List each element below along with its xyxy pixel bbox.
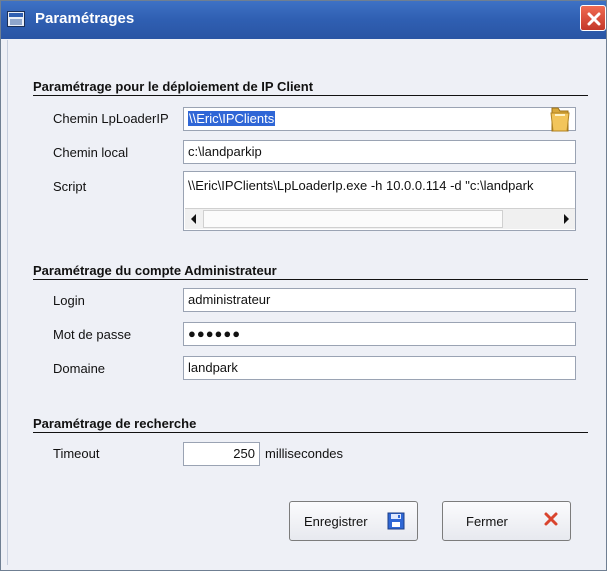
login-input[interactable]: administrateur bbox=[183, 288, 576, 312]
lploader-path-input[interactable]: \\Eric\IPClients bbox=[183, 107, 576, 131]
timeout-unit-label: millisecondes bbox=[265, 446, 344, 461]
scroll-left-icon[interactable] bbox=[186, 210, 202, 228]
app-icon bbox=[7, 11, 25, 27]
timeout-label: Timeout bbox=[53, 446, 100, 461]
password-label: Mot de passe bbox=[53, 327, 132, 342]
horizontal-scrollbar[interactable] bbox=[185, 208, 575, 229]
close-button[interactable]: Fermer bbox=[442, 501, 571, 541]
title-bar[interactable]: Paramétrages bbox=[1, 1, 606, 39]
admin-section-heading: Paramétrage du compte Administrateur bbox=[33, 263, 588, 280]
script-label: Script bbox=[53, 179, 87, 194]
login-label: Login bbox=[53, 293, 85, 308]
domain-label: Domaine bbox=[53, 361, 106, 376]
folder-icon[interactable] bbox=[548, 103, 572, 133]
deployment-section-heading: Paramétrage pour le déploiement de IP Cl… bbox=[33, 79, 588, 96]
window-close-button[interactable] bbox=[580, 5, 606, 31]
script-textarea[interactable]: \\Eric\IPClients\LpLoaderIp.exe -h 10.0.… bbox=[183, 171, 576, 231]
timeout-input[interactable]: 250 bbox=[183, 442, 260, 466]
settings-window: Paramétrages Paramétrage pour le déploie… bbox=[0, 0, 607, 571]
script-value: \\Eric\IPClients\LpLoaderIp.exe -h 10.0.… bbox=[188, 178, 534, 193]
local-path-label: Chemin local bbox=[53, 145, 129, 160]
close-x-icon bbox=[543, 511, 559, 530]
save-button[interactable]: Enregistrer bbox=[289, 501, 418, 541]
dialog-content: Paramétrage pour le déploiement de IP Cl… bbox=[7, 40, 600, 565]
search-section-heading: Paramétrage de recherche bbox=[33, 416, 588, 433]
lploader-path-label: Chemin LpLoaderIP bbox=[53, 111, 169, 126]
close-button-label: Fermer bbox=[466, 514, 508, 529]
lploader-path-value: \\Eric\IPClients bbox=[188, 111, 276, 126]
password-input[interactable]: ●●●●●● bbox=[183, 322, 576, 346]
domain-input[interactable]: landpark bbox=[183, 356, 576, 380]
local-path-input[interactable]: c:\landparkip bbox=[183, 140, 576, 164]
window-title: Paramétrages bbox=[35, 10, 135, 27]
save-button-label: Enregistrer bbox=[304, 514, 368, 529]
close-icon bbox=[587, 12, 601, 26]
scrollbar-thumb[interactable] bbox=[203, 210, 503, 228]
floppy-disk-icon bbox=[386, 511, 406, 534]
scroll-right-icon[interactable] bbox=[558, 210, 574, 228]
